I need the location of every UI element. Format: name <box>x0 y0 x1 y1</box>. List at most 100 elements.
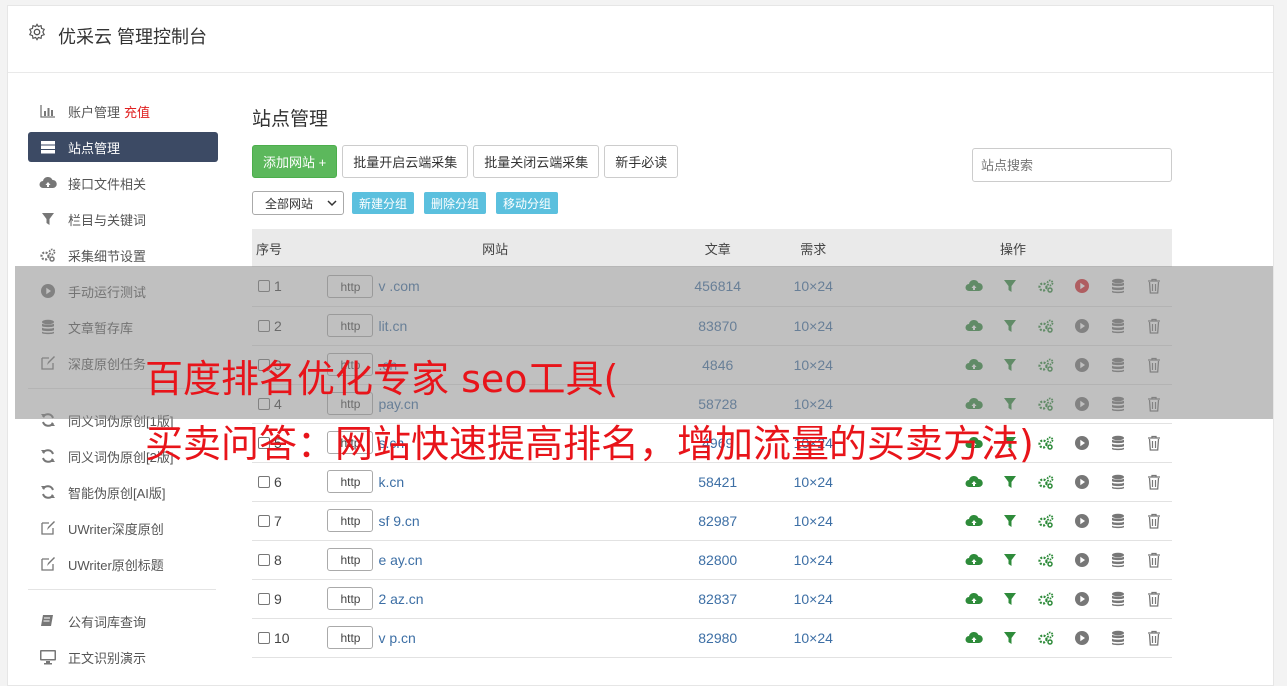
trash-icon[interactable] <box>1136 435 1172 451</box>
cloud-upload-icon[interactable] <box>956 552 992 568</box>
batch-disable-cloud-button[interactable]: 批量关闭云端采集 <box>473 145 600 178</box>
move-group-button[interactable]: 移动分组 <box>496 192 559 214</box>
cogs-icon[interactable] <box>1028 552 1064 568</box>
sidebar-item[interactable]: 栏目与关键词 <box>28 204 218 234</box>
trash-icon[interactable] <box>1136 474 1172 490</box>
demand-value[interactable]: 10×24 <box>773 501 854 540</box>
row-number: 7 <box>274 512 282 529</box>
demand-value[interactable]: 10×24 <box>773 540 854 579</box>
cogs-icon[interactable] <box>1028 513 1064 529</box>
sidebar-item[interactable]: 站点管理 <box>28 132 218 162</box>
sidebar-item[interactable]: UWriter深度原创 <box>28 513 218 543</box>
header-bar: 优采云 管理控制台 <box>8 6 1273 73</box>
database-icon[interactable] <box>1100 630 1136 646</box>
play-circle-icon[interactable] <box>1064 435 1100 451</box>
article-count[interactable]: 82987 <box>663 501 773 540</box>
site-search-input[interactable] <box>972 148 1172 182</box>
cloud-upload-icon[interactable] <box>956 591 992 607</box>
site-domain-link[interactable]: v p.cn <box>378 630 415 646</box>
filter-icon[interactable] <box>992 630 1028 646</box>
filter-icon[interactable] <box>992 591 1028 607</box>
monitor-icon <box>39 649 57 665</box>
cloud-upload-icon <box>39 175 57 191</box>
cogs-icon[interactable] <box>1028 630 1064 646</box>
batch-enable-cloud-button[interactable]: 批量开启云端采集 <box>342 145 469 178</box>
site-domain-link[interactable]: k.cn <box>378 474 404 490</box>
play-circle-icon[interactable] <box>1064 474 1100 490</box>
recharge-link[interactable]: 充值 <box>124 102 150 121</box>
sidebar-item[interactable]: 账户管理 充值 <box>28 96 218 126</box>
sidebar-item-label: 公有词库查询 <box>68 614 147 630</box>
sidebar-item[interactable]: 智能伪原创[AI版] <box>28 477 218 507</box>
sidebar-item[interactable]: 公有词库查询 <box>28 606 218 636</box>
site-cell: http e ay.cn <box>327 540 662 579</box>
database-icon[interactable] <box>1100 474 1136 490</box>
protocol-badge[interactable]: http <box>327 470 374 493</box>
protocol-badge[interactable]: http <box>327 548 374 571</box>
row-number: 8 <box>274 551 282 568</box>
demand-value[interactable]: 10×24 <box>773 579 854 618</box>
site-cell: http 2 az.cn <box>327 579 662 618</box>
row-number: 6 <box>274 473 282 490</box>
beginner-guide-button[interactable]: 新手必读 <box>604 145 679 178</box>
sidebar-item[interactable]: UWriter原创标题 <box>28 549 218 579</box>
cloud-upload-icon[interactable] <box>956 474 992 490</box>
sidebar-item-label: UWriter深度原创 <box>68 521 164 537</box>
article-count[interactable]: 82837 <box>663 579 773 618</box>
demand-value[interactable]: 10×24 <box>773 618 854 657</box>
protocol-badge[interactable]: http <box>327 509 374 532</box>
row-checkbox[interactable] <box>258 514 270 527</box>
database-icon[interactable] <box>1100 591 1136 607</box>
sidebar-item[interactable]: 正文识别演示 <box>28 642 218 672</box>
play-circle-icon[interactable] <box>1064 513 1100 529</box>
cloud-upload-icon[interactable] <box>956 630 992 646</box>
article-count[interactable]: 82980 <box>663 618 773 657</box>
database-icon[interactable] <box>1100 552 1136 568</box>
database-icon[interactable] <box>1100 435 1136 451</box>
table-row: 9 http 2 az.cn 82837 10×24 <box>252 579 1172 618</box>
row-checkbox[interactable] <box>258 631 270 644</box>
row-checkbox[interactable] <box>258 475 270 488</box>
site-domain-link[interactable]: 2 az.cn <box>378 591 423 607</box>
table-header-row: 序号 网站 文章 需求 操作 <box>252 229 1172 267</box>
ops-cell <box>854 618 1172 657</box>
site-domain-link[interactable]: e ay.cn <box>378 552 422 568</box>
site-group-select[interactable]: 全部网站 <box>252 191 344 215</box>
table-row: 10 http v p.cn 82980 10×24 <box>252 618 1172 657</box>
play-circle-icon[interactable] <box>1064 591 1100 607</box>
article-count[interactable]: 82800 <box>663 540 773 579</box>
protocol-badge[interactable]: http <box>327 626 374 649</box>
row-number-cell: 9 <box>252 579 327 618</box>
ops-group <box>854 630 1172 646</box>
sidebar-item[interactable]: 接口文件相关 <box>28 168 218 198</box>
trash-icon[interactable] <box>1136 630 1172 646</box>
book-icon <box>39 613 57 629</box>
database-icon[interactable] <box>1100 513 1136 529</box>
add-site-button[interactable]: 添加网站 + <box>252 145 338 178</box>
row-number: 9 <box>274 590 282 607</box>
sidebar-item-label: 栏目与关键词 <box>68 212 147 228</box>
cogs-icon[interactable] <box>1028 591 1064 607</box>
ops-group <box>854 513 1172 529</box>
filter-icon[interactable] <box>992 513 1028 529</box>
sidebar-item-label: 账户管理 <box>68 104 121 120</box>
trash-icon[interactable] <box>1136 552 1172 568</box>
new-group-button[interactable]: 新建分组 <box>352 192 415 214</box>
row-checkbox[interactable] <box>258 553 270 566</box>
header-demand: 需求 <box>800 241 827 257</box>
play-circle-icon[interactable] <box>1064 552 1100 568</box>
sidebar-item-label: 采集细节设置 <box>68 248 147 264</box>
cogs-icon[interactable] <box>1028 474 1064 490</box>
play-circle-icon[interactable] <box>1064 630 1100 646</box>
site-domain-link[interactable]: sf 9.cn <box>378 513 419 529</box>
delete-group-button[interactable]: 删除分组 <box>424 192 487 214</box>
trash-icon[interactable] <box>1136 591 1172 607</box>
watermark-line-2: 买卖问答：网站快速提高排名，增加流量的买卖方法) <box>145 422 1034 466</box>
filter-icon[interactable] <box>992 474 1028 490</box>
protocol-badge[interactable]: http <box>327 587 374 610</box>
filter-icon[interactable] <box>992 552 1028 568</box>
row-checkbox[interactable] <box>258 592 270 605</box>
trash-icon[interactable] <box>1136 513 1172 529</box>
cloud-upload-icon[interactable] <box>956 513 992 529</box>
row-number-cell: 8 <box>252 540 327 579</box>
